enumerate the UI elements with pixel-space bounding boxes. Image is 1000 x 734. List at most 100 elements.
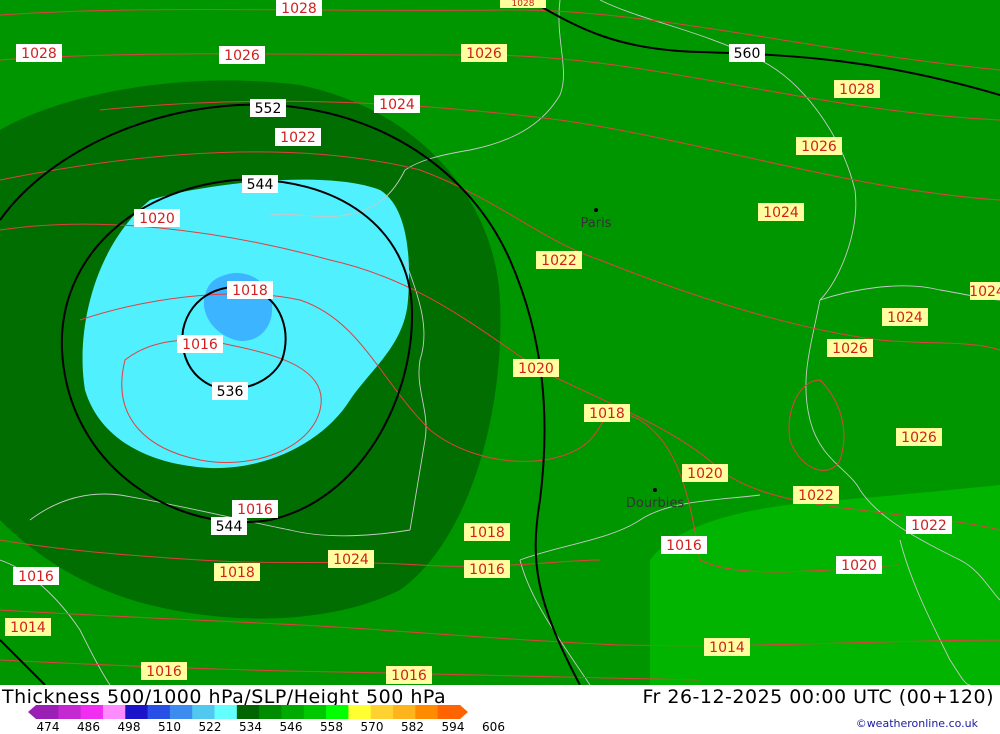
legend-tick-label: 534 (239, 720, 262, 734)
svg-text:1016: 1016 (666, 538, 702, 554)
legend-tick-label: 606 (482, 720, 505, 734)
slp-label: 1018 (584, 404, 630, 422)
city-marker-dourbies (653, 488, 657, 492)
svg-text:1020: 1020 (139, 211, 175, 227)
slp-label: 1016 (232, 500, 278, 518)
weather-map: 536 544 544 552 560 1028 1028 1026 1026 … (0, 0, 1000, 685)
slp-label: 1026 (796, 137, 842, 155)
svg-text:1028: 1028 (21, 46, 57, 62)
slp-label: 1026 (827, 339, 873, 357)
slp-label: 1018 (227, 281, 273, 299)
svg-text:1024: 1024 (763, 205, 799, 221)
svg-text:1020: 1020 (841, 558, 877, 574)
slp-label: 1028 (500, 0, 546, 9)
slp-label: 1024 (969, 282, 1000, 300)
svg-text:1016: 1016 (18, 569, 54, 585)
thickness-label: 544 (242, 175, 278, 193)
svg-text:1026: 1026 (466, 46, 502, 62)
slp-label: 1016 (661, 536, 707, 554)
svg-text:1024: 1024 (379, 97, 415, 113)
svg-text:1016: 1016 (391, 668, 427, 684)
legend-swatch (326, 705, 349, 719)
svg-text:1022: 1022 (541, 253, 577, 269)
legend-swatch (437, 705, 461, 719)
city-label-dourbies: Dourbies (626, 496, 684, 511)
thickness-label: 552 (250, 99, 286, 117)
legend-swatch (147, 705, 171, 719)
svg-text:1016: 1016 (146, 664, 182, 680)
svg-text:1028: 1028 (839, 82, 875, 98)
slp-label: 1016 (386, 666, 432, 684)
slp-label: 1028 (276, 0, 322, 17)
color-legend-bar (28, 705, 468, 719)
legend-swatch (415, 705, 439, 719)
city-marker-paris (594, 208, 598, 212)
svg-text:1026: 1026 (901, 430, 937, 446)
slp-label: 1020 (682, 464, 728, 482)
slp-label: 1026 (461, 44, 507, 62)
slp-label: 1018 (214, 563, 260, 581)
thickness-label: 560 (729, 44, 765, 62)
legend-swatch (80, 705, 104, 719)
slp-label: 1024 (758, 203, 804, 221)
svg-text:1020: 1020 (518, 361, 554, 377)
slp-label: 1014 (5, 618, 51, 636)
svg-text:560: 560 (734, 46, 761, 62)
slp-label: 1024 (374, 95, 420, 113)
slp-label: 1022 (275, 128, 321, 146)
slp-label: 1020 (836, 556, 882, 574)
legend-tick-label: 486 (77, 720, 100, 734)
legend-swatch (169, 705, 193, 719)
svg-text:1024: 1024 (969, 284, 1000, 300)
legend-swatch (214, 705, 238, 719)
slp-label: 1020 (134, 209, 180, 227)
legend-swatch (36, 705, 59, 719)
svg-text:1028: 1028 (281, 1, 317, 17)
slp-label: 1024 (328, 550, 374, 568)
slp-label: 1026 (219, 46, 265, 64)
slp-label: 1018 (464, 523, 510, 541)
legend-swatch (348, 705, 372, 719)
legend-tick-label: 522 (198, 720, 222, 734)
svg-text:1026: 1026 (832, 341, 868, 357)
legend-swatch (192, 705, 216, 719)
legend-tick-label: 510 (158, 720, 181, 734)
legend-tick-label: 570 (360, 720, 384, 734)
slp-label: 1028 (834, 80, 880, 98)
legend-swatch (102, 705, 126, 719)
slp-label: 1020 (513, 359, 559, 377)
legend-tick-label: 582 (401, 720, 424, 734)
svg-text:552: 552 (255, 101, 282, 117)
legend-tick-label: 594 (441, 720, 465, 734)
credit-link[interactable]: ©weatheronline.co.uk (856, 717, 978, 730)
footer: Thickness 500/1000 hPa/SLP/Height 500 hP… (0, 685, 1000, 734)
forecast-timestamp: Fr 26-12-2025 00:00 UTC (00+120) (642, 686, 994, 708)
svg-text:1028: 1028 (512, 0, 535, 9)
legend-swatch (393, 705, 416, 719)
legend-arrow-right (460, 705, 468, 719)
svg-text:1022: 1022 (280, 130, 316, 146)
legend-swatch (370, 705, 394, 719)
svg-text:544: 544 (247, 177, 274, 193)
slp-label: 1016 (13, 567, 59, 585)
legend-tick-label: 498 (117, 720, 141, 734)
svg-text:1024: 1024 (333, 552, 369, 568)
svg-text:536: 536 (217, 384, 244, 400)
svg-text:1024: 1024 (887, 310, 923, 326)
city-label-paris: Paris (581, 216, 612, 231)
svg-text:1018: 1018 (589, 406, 625, 422)
slp-label: 1022 (793, 486, 839, 504)
slp-label: 1016 (464, 560, 510, 578)
slp-label: 1024 (882, 308, 928, 326)
slp-label: 1016 (141, 662, 187, 680)
legend-tick-label: 474 (36, 720, 60, 734)
svg-text:1016: 1016 (182, 337, 218, 353)
slp-label: 1028 (16, 44, 62, 62)
legend-arrow-left (28, 705, 36, 719)
slp-label: 1016 (177, 335, 223, 353)
svg-text:1014: 1014 (709, 640, 745, 656)
svg-text:1022: 1022 (798, 488, 834, 504)
slp-label: 1022 (906, 516, 952, 534)
svg-text:1026: 1026 (801, 139, 837, 155)
slp-label: 1022 (536, 251, 582, 269)
